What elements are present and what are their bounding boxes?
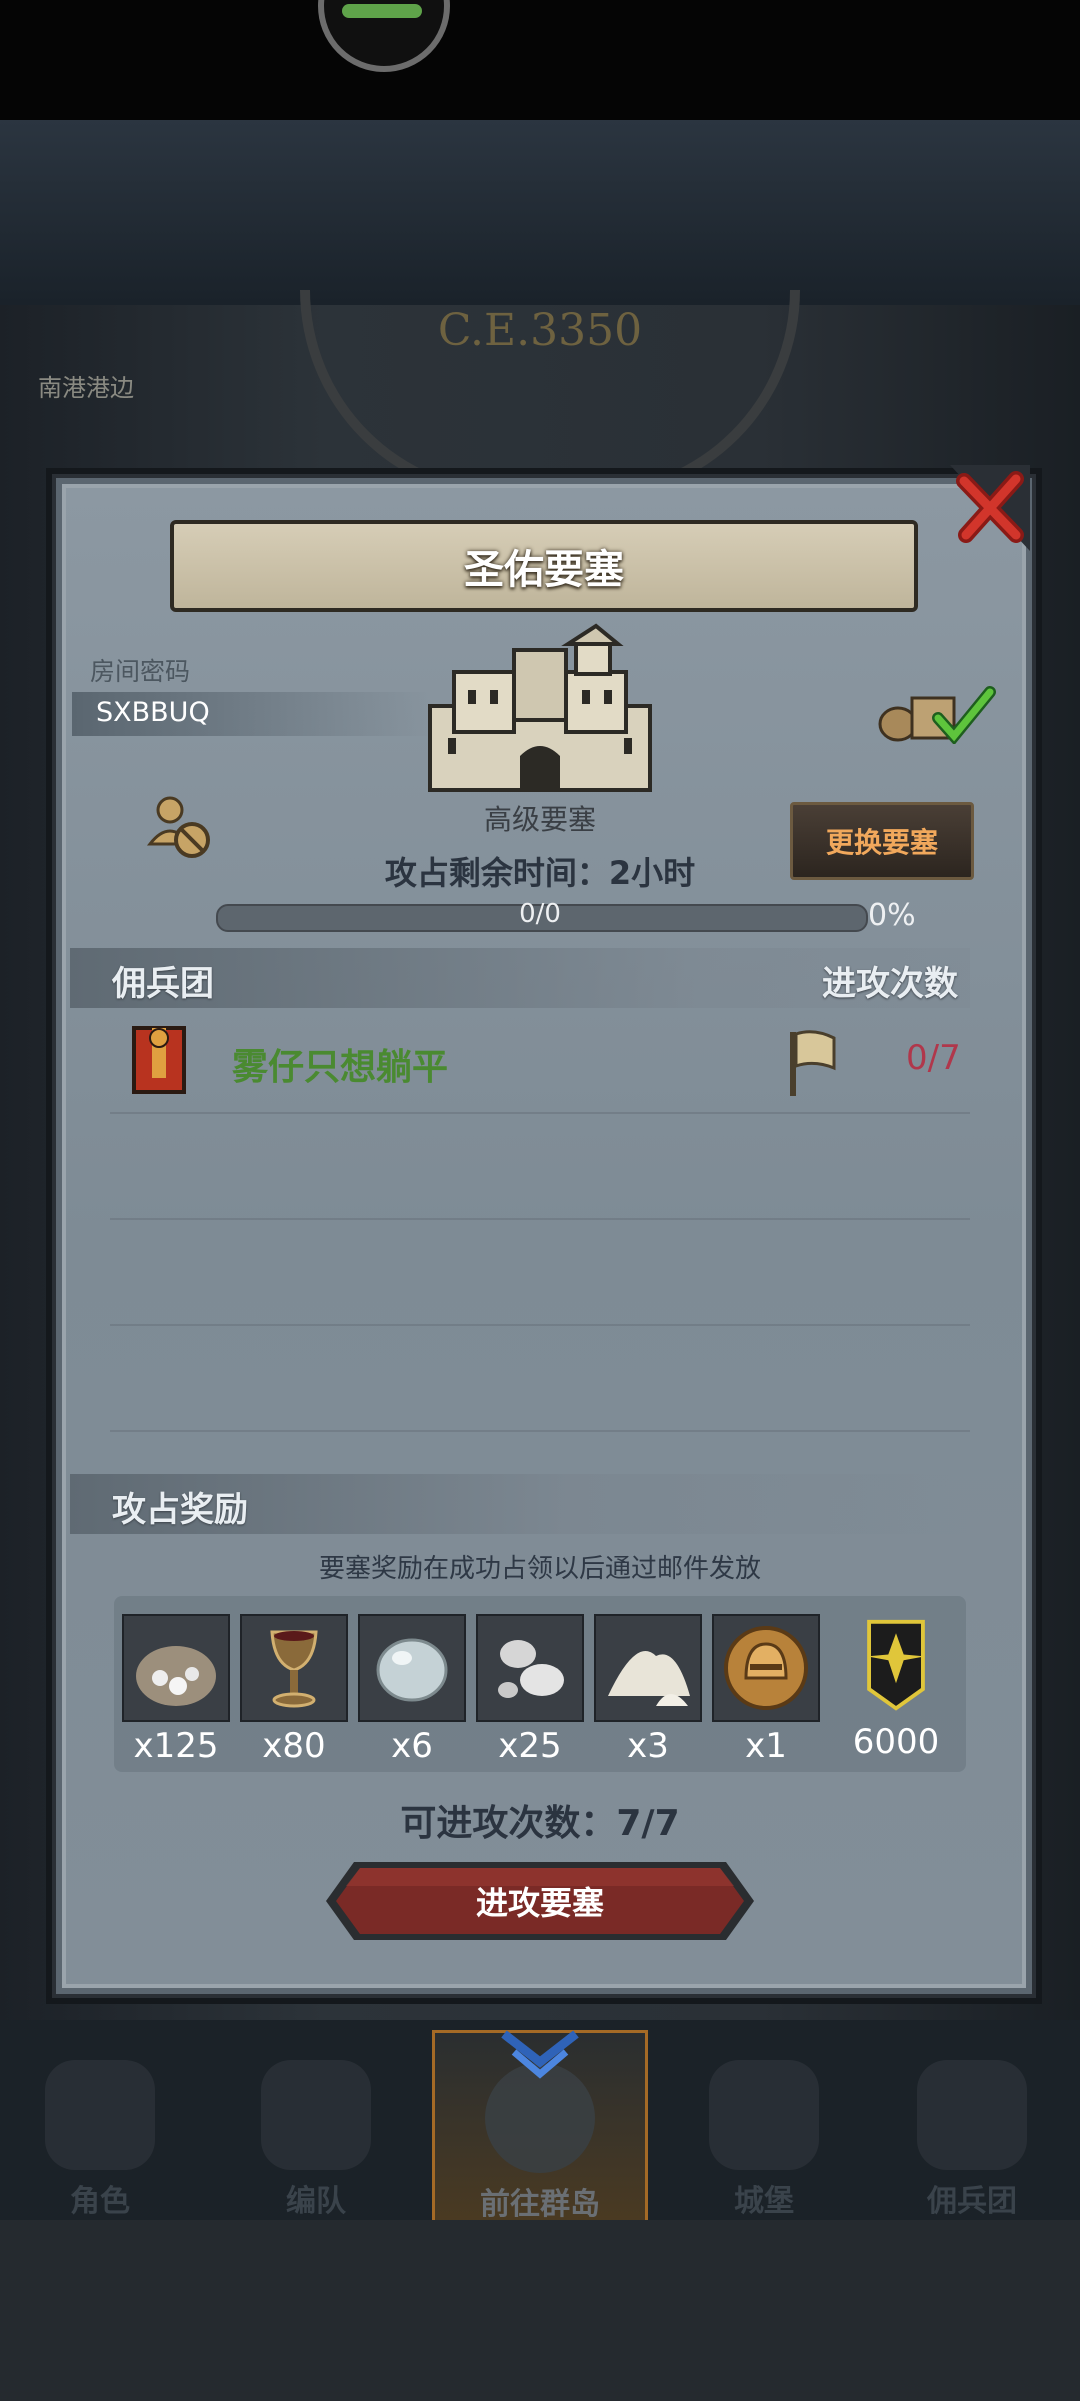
nav-label: 角色	[70, 2184, 130, 2219]
panel-title: 圣佑要塞	[170, 520, 918, 612]
reward-item[interactable]: x6	[358, 1614, 466, 1766]
reward-item[interactable]: x80	[240, 1614, 348, 1766]
top-bar	[0, 0, 1080, 120]
row-divider	[110, 1430, 970, 1432]
ore-sack-icon	[136, 1646, 216, 1706]
reward-qty: x6	[391, 1726, 433, 1766]
top-badge	[318, 0, 450, 72]
reward-note: 要塞奖励在成功占领以后通过邮件发放	[318, 1554, 761, 1584]
attack-flag-icon	[790, 1030, 836, 1096]
header-band	[0, 120, 1080, 305]
attack-fortress-button[interactable]: 进攻要塞	[324, 1860, 756, 1942]
guild-attack-count: 0/7	[906, 1038, 961, 1078]
castle-icon	[709, 2060, 819, 2170]
fortress-castle-icon	[428, 623, 652, 792]
background-era: C.E.3350	[437, 305, 643, 356]
guild-banner-icon	[132, 1026, 186, 1094]
reward-qty: x3	[627, 1726, 669, 1766]
helmet-coin-icon	[724, 1626, 808, 1710]
nav-label: 编队	[286, 2184, 346, 2219]
reward-item[interactable]: x3	[594, 1614, 702, 1766]
time-remaining: 攻占剩余时间：2小时	[384, 854, 696, 892]
guild-section-label: 佣兵团	[112, 964, 214, 1004]
reward-qty: x125	[133, 1726, 219, 1766]
reward-item[interactable]: 6000	[846, 1614, 946, 1762]
reward-item[interactable]: x1	[712, 1614, 820, 1766]
close-icon	[950, 465, 1030, 551]
remaining-attempts: 可进攻次数：7/7	[400, 1803, 680, 1844]
ship-icon	[917, 2060, 1027, 2170]
row-divider	[110, 1112, 970, 1114]
nav-label: 前往群岛	[480, 2187, 600, 2222]
room-code-label: 房间密码	[90, 657, 191, 686]
pearls-icon	[498, 1640, 564, 1698]
reward-item[interactable]: x125	[122, 1614, 230, 1766]
nav-item-castle[interactable]: 城堡	[664, 2030, 864, 2220]
capture-progress-percent: 0%	[868, 898, 916, 933]
powder-icon	[608, 1651, 690, 1706]
reward-qty: x80	[262, 1726, 326, 1766]
chalice-icon	[270, 1630, 318, 1708]
nav-label: 城堡	[734, 2184, 794, 2219]
chevron-down-icon	[501, 2030, 579, 2079]
reward-section-label: 攻占奖励	[112, 1490, 248, 1530]
nav-item-mercenary[interactable]: 佣兵团	[872, 2030, 1072, 2220]
guild-name[interactable]: 雾仔只想躺平	[232, 1038, 448, 1090]
background-town-label: 南港港边	[38, 374, 134, 402]
nav-label: 佣兵团	[927, 2184, 1017, 2219]
attack-fortress-label: 进攻要塞	[475, 1884, 604, 1922]
resources-collected-icon[interactable]	[876, 684, 996, 744]
reward-qty: x1	[745, 1726, 787, 1766]
row-divider	[110, 1324, 970, 1326]
knight-icon	[45, 2060, 155, 2170]
squad-icon	[261, 2060, 371, 2170]
bottom-fill	[0, 2220, 1080, 2401]
rank-badge-icon	[867, 1619, 925, 1711]
nav-item-formation[interactable]: 编队	[216, 2030, 416, 2220]
room-code[interactable]: SXBBUQ	[96, 697, 210, 728]
stone-icon	[376, 1638, 448, 1702]
reward-qty: 6000	[852, 1722, 940, 1762]
reward-item[interactable]: x25	[476, 1614, 584, 1766]
attack-count-header: 进攻次数	[822, 964, 958, 1004]
reward-qty: x25	[498, 1726, 562, 1766]
close-button[interactable]	[950, 465, 1030, 551]
row-divider	[110, 1218, 970, 1220]
capture-progress-text: 0/0	[519, 899, 561, 929]
nav-item-character[interactable]: 角色	[0, 2030, 200, 2220]
